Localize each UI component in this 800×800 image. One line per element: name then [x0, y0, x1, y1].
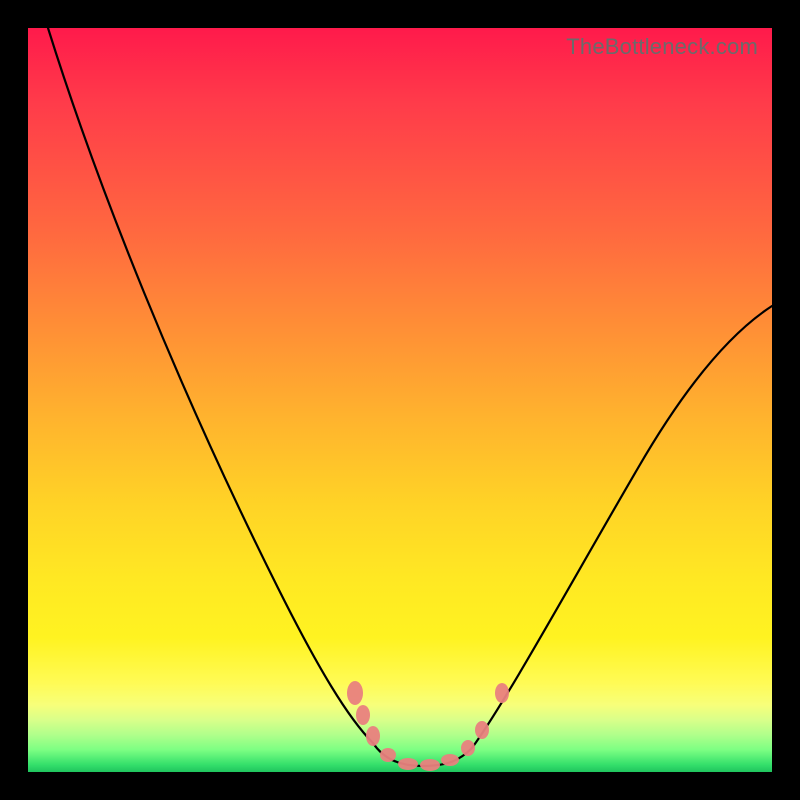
chart-frame: TheBottleneck.com [0, 0, 800, 800]
curve-left-arm [48, 28, 373, 743]
plot-area: TheBottleneck.com [28, 28, 772, 772]
curve-markers [347, 681, 509, 771]
bottleneck-curve [28, 28, 772, 772]
curve-right-arm [472, 306, 772, 748]
